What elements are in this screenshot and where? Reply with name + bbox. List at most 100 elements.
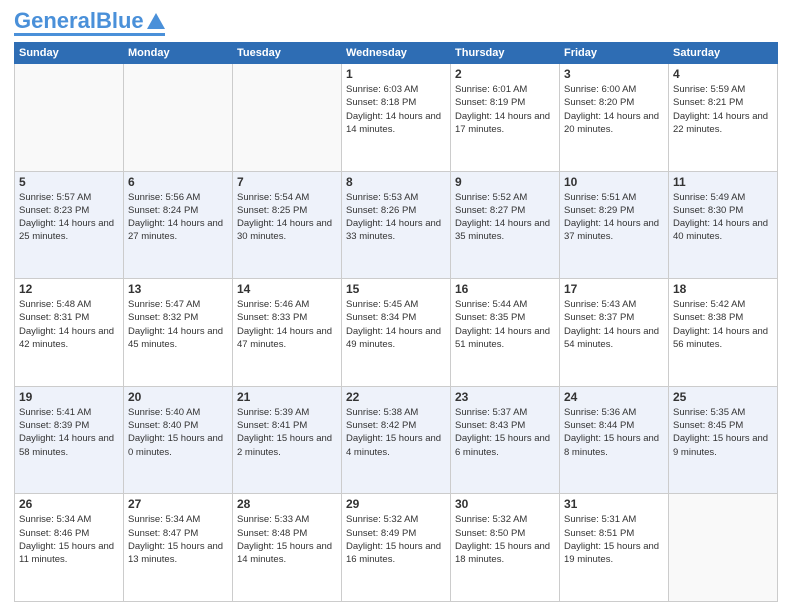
logo-blue: Blue <box>96 8 144 33</box>
calendar-cell: 10 Sunrise: 5:51 AMSunset: 8:29 PMDayligh… <box>560 171 669 279</box>
day-info: Sunrise: 5:31 AMSunset: 8:51 PMDaylight:… <box>564 513 664 566</box>
calendar-cell: 3Sunrise: 6:00 AMSunset: 8:20 PMDaylight… <box>560 64 669 172</box>
day-info: Sunrise: 5:34 AMSunset: 8:46 PMDaylight:… <box>19 513 119 566</box>
calendar-cell: 22 Sunrise: 5:38 AMSunset: 8:42 PMDayligh… <box>342 386 451 494</box>
logo-arrow-icon <box>147 13 165 29</box>
day-number: 30 <box>455 497 555 511</box>
calendar-cell <box>15 64 124 172</box>
calendar-table: SundayMondayTuesdayWednesdayThursdayFrid… <box>14 42 778 602</box>
day-number: 10 <box>564 175 664 189</box>
calendar-cell: 26 Sunrise: 5:34 AMSunset: 8:46 PMDayligh… <box>15 494 124 602</box>
day-info: Sunrise: 5:57 AMSunset: 8:23 PMDaylight:… <box>19 191 119 244</box>
day-info: Sunrise: 5:36 AMSunset: 8:44 PMDaylight:… <box>564 406 664 459</box>
calendar-cell <box>124 64 233 172</box>
day-info: Sunrise: 6:00 AMSunset: 8:20 PMDaylight:… <box>564 83 664 136</box>
logo-general: General <box>14 8 96 33</box>
calendar-cell <box>233 64 342 172</box>
calendar-cell: 21 Sunrise: 5:39 AMSunset: 8:41 PMDayligh… <box>233 386 342 494</box>
day-number: 5 <box>19 175 119 189</box>
calendar-cell: 12 Sunrise: 5:48 AMSunset: 8:31 PMDayligh… <box>15 279 124 387</box>
day-number: 20 <box>128 390 228 404</box>
day-number: 22 <box>346 390 446 404</box>
calendar-cell: 20 Sunrise: 5:40 AMSunset: 8:40 PMDayligh… <box>124 386 233 494</box>
calendar-cell: 31 Sunrise: 5:31 AMSunset: 8:51 PMDayligh… <box>560 494 669 602</box>
day-number: 26 <box>19 497 119 511</box>
logo-underline <box>14 33 165 36</box>
weekday-header: Monday <box>124 43 233 64</box>
weekday-header: Sunday <box>15 43 124 64</box>
day-info: Sunrise: 5:48 AMSunset: 8:31 PMDaylight:… <box>19 298 119 351</box>
day-number: 13 <box>128 282 228 296</box>
day-info: Sunrise: 5:59 AMSunset: 8:21 PMDaylight:… <box>673 83 773 136</box>
calendar-cell: 14 Sunrise: 5:46 AMSunset: 8:33 PMDayligh… <box>233 279 342 387</box>
calendar-cell: 25Sunrise: 5:35 AMSunset: 8:45 PMDayligh… <box>669 386 778 494</box>
weekday-header: Friday <box>560 43 669 64</box>
calendar-cell: 1 Sunrise: 6:03 AMSunset: 8:18 PMDaylight… <box>342 64 451 172</box>
calendar-cell: 28Sunrise: 5:33 AMSunset: 8:48 PMDayligh… <box>233 494 342 602</box>
weekday-header: Thursday <box>451 43 560 64</box>
day-number: 17 <box>564 282 664 296</box>
day-number: 14 <box>237 282 337 296</box>
day-info: Sunrise: 5:42 AMSunset: 8:38 PMDaylight:… <box>673 298 773 351</box>
day-number: 21 <box>237 390 337 404</box>
day-number: 27 <box>128 497 228 511</box>
day-number: 15 <box>346 282 446 296</box>
day-number: 2 <box>455 67 555 81</box>
day-info: Sunrise: 6:03 AMSunset: 8:18 PMDaylight:… <box>346 83 446 136</box>
day-info: Sunrise: 5:37 AMSunset: 8:43 PMDaylight:… <box>455 406 555 459</box>
weekday-header: Wednesday <box>342 43 451 64</box>
calendar-header-row: SundayMondayTuesdayWednesdayThursdayFrid… <box>15 43 778 64</box>
day-number: 31 <box>564 497 664 511</box>
day-info: Sunrise: 5:54 AMSunset: 8:25 PMDaylight:… <box>237 191 337 244</box>
day-number: 7 <box>237 175 337 189</box>
day-number: 12 <box>19 282 119 296</box>
day-info: Sunrise: 5:47 AMSunset: 8:32 PMDaylight:… <box>128 298 228 351</box>
calendar-cell: 7 Sunrise: 5:54 AMSunset: 8:25 PMDaylight… <box>233 171 342 279</box>
calendar-cell: 30Sunrise: 5:32 AMSunset: 8:50 PMDayligh… <box>451 494 560 602</box>
day-number: 8 <box>346 175 446 189</box>
day-number: 25 <box>673 390 773 404</box>
day-info: Sunrise: 5:40 AMSunset: 8:40 PMDaylight:… <box>128 406 228 459</box>
calendar-week-row: 12 Sunrise: 5:48 AMSunset: 8:31 PMDayligh… <box>15 279 778 387</box>
day-info: Sunrise: 5:46 AMSunset: 8:33 PMDaylight:… <box>237 298 337 351</box>
calendar-cell: 23Sunrise: 5:37 AMSunset: 8:43 PMDayligh… <box>451 386 560 494</box>
calendar-cell: 24Sunrise: 5:36 AMSunset: 8:44 PMDayligh… <box>560 386 669 494</box>
day-info: Sunrise: 6:01 AMSunset: 8:19 PMDaylight:… <box>455 83 555 136</box>
day-info: Sunrise: 5:53 AMSunset: 8:26 PMDaylight:… <box>346 191 446 244</box>
day-info: Sunrise: 5:49 AMSunset: 8:30 PMDaylight:… <box>673 191 773 244</box>
calendar-week-row: 26 Sunrise: 5:34 AMSunset: 8:46 PMDayligh… <box>15 494 778 602</box>
day-number: 6 <box>128 175 228 189</box>
calendar-cell: 29Sunrise: 5:32 AMSunset: 8:49 PMDayligh… <box>342 494 451 602</box>
calendar-cell: 2 Sunrise: 6:01 AMSunset: 8:19 PMDaylight… <box>451 64 560 172</box>
weekday-header: Saturday <box>669 43 778 64</box>
day-number: 4 <box>673 67 773 81</box>
day-info: Sunrise: 5:45 AMSunset: 8:34 PMDaylight:… <box>346 298 446 351</box>
day-info: Sunrise: 5:38 AMSunset: 8:42 PMDaylight:… <box>346 406 446 459</box>
calendar-cell: 6 Sunrise: 5:56 AMSunset: 8:24 PMDaylight… <box>124 171 233 279</box>
day-number: 18 <box>673 282 773 296</box>
calendar-week-row: 5 Sunrise: 5:57 AMSunset: 8:23 PMDaylight… <box>15 171 778 279</box>
calendar-cell: 8 Sunrise: 5:53 AMSunset: 8:26 PMDaylight… <box>342 171 451 279</box>
day-number: 19 <box>19 390 119 404</box>
day-number: 11 <box>673 175 773 189</box>
day-info: Sunrise: 5:51 AMSunset: 8:29 PMDaylight:… <box>564 191 664 244</box>
day-info: Sunrise: 5:33 AMSunset: 8:48 PMDaylight:… <box>237 513 337 566</box>
calendar-cell: 9Sunrise: 5:52 AMSunset: 8:27 PMDaylight… <box>451 171 560 279</box>
day-info: Sunrise: 5:39 AMSunset: 8:41 PMDaylight:… <box>237 406 337 459</box>
calendar-cell: 13 Sunrise: 5:47 AMSunset: 8:32 PMDayligh… <box>124 279 233 387</box>
day-info: Sunrise: 5:56 AMSunset: 8:24 PMDaylight:… <box>128 191 228 244</box>
day-info: Sunrise: 5:32 AMSunset: 8:49 PMDaylight:… <box>346 513 446 566</box>
day-number: 1 <box>346 67 446 81</box>
day-info: Sunrise: 5:44 AMSunset: 8:35 PMDaylight:… <box>455 298 555 351</box>
calendar-cell: 4 Sunrise: 5:59 AMSunset: 8:21 PMDaylight… <box>669 64 778 172</box>
logo: GeneralBlue <box>14 10 165 36</box>
calendar-cell: 19 Sunrise: 5:41 AMSunset: 8:39 PMDayligh… <box>15 386 124 494</box>
day-info: Sunrise: 5:41 AMSunset: 8:39 PMDaylight:… <box>19 406 119 459</box>
page: GeneralBlue SundayMondayTuesdayWednesday… <box>0 0 792 612</box>
header: GeneralBlue <box>14 10 778 36</box>
calendar-week-row: 1 Sunrise: 6:03 AMSunset: 8:18 PMDaylight… <box>15 64 778 172</box>
day-number: 9 <box>455 175 555 189</box>
calendar-cell <box>669 494 778 602</box>
calendar-cell: 27Sunrise: 5:34 AMSunset: 8:47 PMDayligh… <box>124 494 233 602</box>
calendar-cell: 18 Sunrise: 5:42 AMSunset: 8:38 PMDayligh… <box>669 279 778 387</box>
